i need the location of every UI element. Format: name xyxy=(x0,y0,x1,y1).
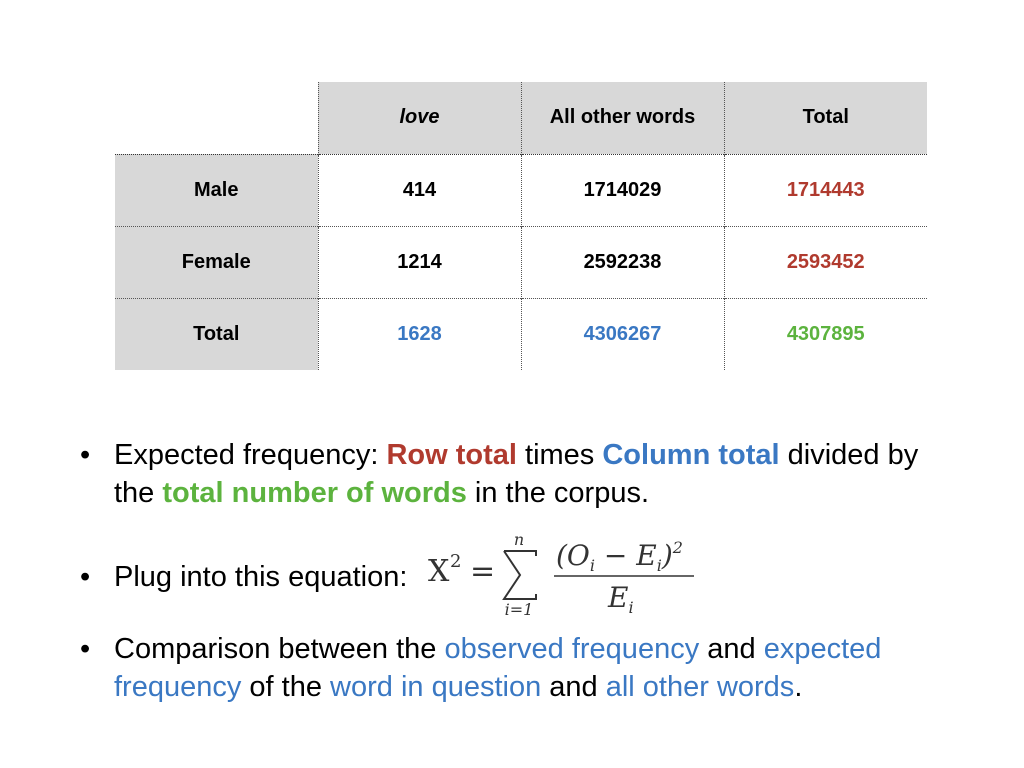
highlight-word-in-question: word in question xyxy=(330,671,542,703)
bullet-dot-icon: • xyxy=(80,439,91,471)
eq-denominator: Ei xyxy=(607,581,634,617)
bullet-text: . xyxy=(794,671,803,703)
eq-equals: = xyxy=(470,554,495,589)
bullet-text: Comparison between the xyxy=(114,633,445,665)
eq-lhs-sup: 2 xyxy=(450,551,461,572)
bullet-text: Plug into this equation: xyxy=(114,561,408,593)
bullet-dot-icon: • xyxy=(80,633,91,665)
cell-total-other: 4306267 xyxy=(520,297,724,370)
slide: love All other words Total Male 414 1714… xyxy=(0,0,1024,768)
eq-lhs: X xyxy=(428,554,450,589)
cell-female-other: 2592238 xyxy=(520,225,724,298)
bullet-equation: • Plug into this equation: X 2 = n i=1 (… xyxy=(80,531,960,620)
bullet-comparison: • Comparison between the observed freque… xyxy=(80,630,960,706)
eq-sum-bottom: i=1 xyxy=(504,600,533,617)
cell-male-total: 1714443 xyxy=(723,153,927,226)
cell-female-love: 1214 xyxy=(317,225,521,298)
highlight-row-total: Row total xyxy=(386,439,517,471)
cell-male-other: 1714029 xyxy=(520,153,724,226)
col-header-total: Total xyxy=(723,82,927,154)
contingency-table: love All other words Total Male 414 1714… xyxy=(115,82,927,370)
row-header-total: Total xyxy=(115,297,318,370)
col-header-all-other-words: All other words xyxy=(520,82,724,154)
table-header-row: love All other words Total xyxy=(115,82,927,154)
table-row-total: Total 1628 4306267 4307895 xyxy=(115,297,927,370)
bullet-text: Expected frequency: xyxy=(114,439,387,471)
cell-grand-total: 4307895 xyxy=(723,297,927,370)
bullet-text: of the xyxy=(241,671,331,703)
bullet-text: times xyxy=(516,439,603,471)
cell-female-total: 2593452 xyxy=(723,225,927,298)
equation-svg: X 2 = n i=1 (Oi − Ei)2 Ei xyxy=(428,531,694,617)
bullet-dot-icon: • xyxy=(80,561,91,593)
bullet-text: in the corpus. xyxy=(466,477,650,509)
table-row-male: Male 414 1714029 1714443 xyxy=(115,153,927,226)
highlight-total-words: total number of words xyxy=(162,477,467,509)
eq-sum-top: n xyxy=(513,531,523,549)
row-header-male: Male xyxy=(115,153,318,226)
highlight-all-other-words: all other words xyxy=(605,671,795,703)
highlight-observed-frequency: observed frequency xyxy=(444,633,700,665)
eq-numerator: (Oi − Ei)2 xyxy=(556,538,683,575)
cell-male-love: 414 xyxy=(317,153,521,226)
cell-total-love: 1628 xyxy=(317,297,521,370)
chi-square-equation: X 2 = n i=1 (Oi − Ei)2 Ei xyxy=(428,531,728,617)
col-header-love: love xyxy=(317,82,521,154)
row-header-female: Female xyxy=(115,225,318,298)
highlight-column-total: Column total xyxy=(602,439,780,471)
bullet-text: and xyxy=(699,633,764,665)
sum-icon xyxy=(501,550,537,601)
table-row-female: Female 1214 2592238 2593452 xyxy=(115,225,927,298)
bullet-list: • Expected frequency: Row total times Co… xyxy=(80,436,960,728)
bullet-text: and xyxy=(541,671,606,703)
bullet-expected-frequency: • Expected frequency: Row total times Co… xyxy=(80,436,960,512)
table-corner-cell xyxy=(115,82,318,154)
